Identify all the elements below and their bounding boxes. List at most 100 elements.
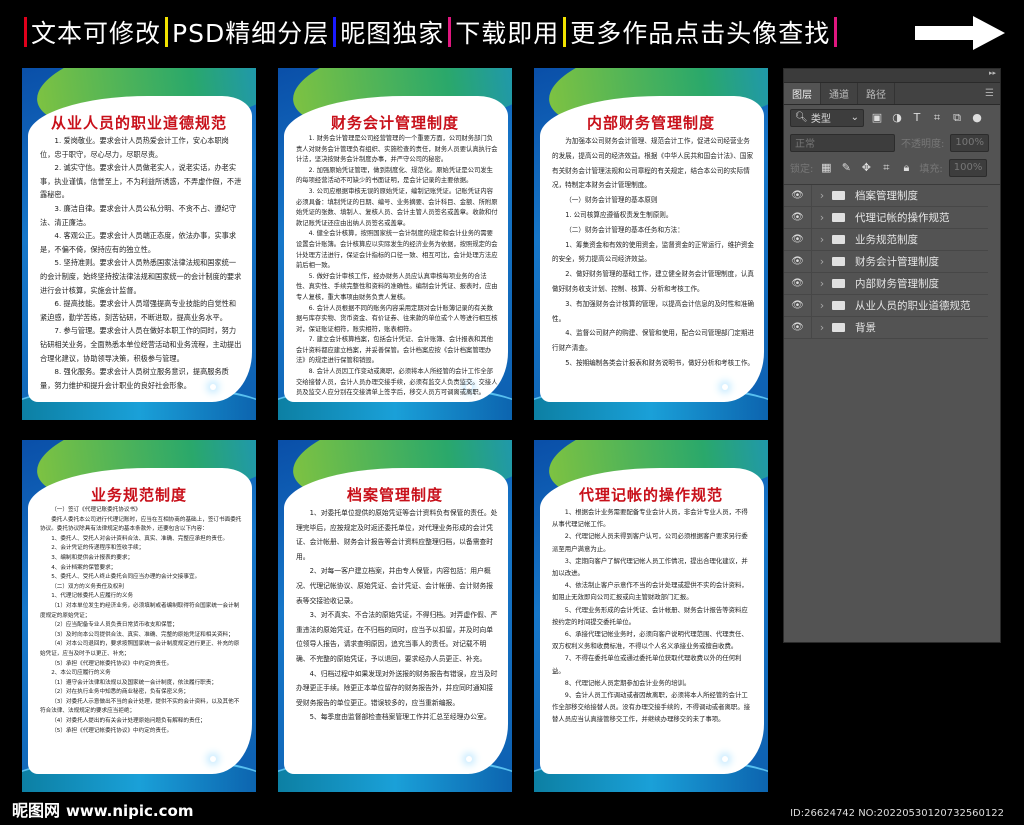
banner-item: PSD精细分层 bbox=[172, 19, 330, 48]
poster-paragraph: 1、筹集资金和有效的使用资金，监督资金的正常运行，维护资金的安全，努力提高公司经… bbox=[552, 240, 755, 264]
poster-body: 为加强本公司财务会计管理、规范会计工作，促进公司经营业务的发展，提高公司的经济效… bbox=[552, 134, 754, 371]
filter-label: 类型 bbox=[810, 114, 831, 125]
smart-object-filter-icon[interactable]: ⧉ bbox=[950, 111, 964, 125]
fill-input[interactable]: 100% bbox=[948, 158, 988, 177]
filter-toggle[interactable]: ● bbox=[970, 111, 984, 124]
poster-paragraph: 5. 坚持准则。要求会计人员熟悉国家法律法规和国家统一的会计制度，始终坚持按法律… bbox=[40, 258, 242, 295]
site-url[interactable]: www.nipic.com bbox=[66, 802, 193, 820]
adjustment-filter-icon[interactable]: ◑ bbox=[890, 111, 904, 124]
poster-paragraph: 3. 廉洁自律。要求会计人员公私分明、不贪不占、遵纪守法、清正廉洁。 bbox=[40, 203, 237, 227]
layer-name: 业务规范制度 bbox=[855, 234, 918, 246]
poster-paragraph: （1）对本单位发生的经济业务，必须填制或者编制取得符合国家统一会计制度规定的原始… bbox=[40, 602, 240, 619]
type-filter-icon[interactable]: T bbox=[910, 111, 924, 124]
visibility-eye-icon[interactable]: 👁︎ bbox=[784, 317, 812, 338]
poster-paragraph: 5、按期编制各类会计报表和财务说明书，做好分析和考核工作。 bbox=[565, 358, 755, 367]
separator bbox=[448, 17, 452, 47]
fill-label: 填充: bbox=[919, 164, 943, 175]
layer-row[interactable]: 👁︎ › 财务会计管理制度 bbox=[784, 251, 988, 273]
poster-paragraph: 4. 客观公正。要求会计人员端正态度，依法办事，实事求是，不偏不倚，保持应有的独… bbox=[40, 231, 237, 254]
tab-paths[interactable]: 路径 bbox=[858, 83, 895, 104]
poster-body: 1. 财务会计管理是公司经营管理的一个重要方面，公司财务部门负责人对财务会计管理… bbox=[296, 134, 498, 399]
poster[interactable]: 内部财务管理制度 为加强本公司财务会计管理、规范会计工作，促进公司经营业务的发展，… bbox=[534, 68, 768, 420]
poster[interactable]: 代理记帐的操作规范 1、根据会计业务需要配备专业会计人员，非会计专业人员，不得从事… bbox=[534, 440, 768, 792]
poster-paragraph: 5、委托人、受托人终止委托合同应当办理的会计交接事宜。 bbox=[51, 574, 201, 581]
expand-chevron-icon[interactable]: › bbox=[816, 212, 828, 224]
layer-row[interactable]: 👁︎ › 背景 bbox=[784, 317, 988, 339]
lock-paint-icon[interactable]: ✎ bbox=[839, 161, 853, 174]
poster-title: 业务规范制度 bbox=[90, 486, 187, 504]
visibility-eye-icon[interactable]: 👁︎ bbox=[784, 229, 812, 250]
poster-paragraph: （5）承担《代理记帐委托协议》中约定的责任。 bbox=[51, 727, 173, 734]
layer-row[interactable]: 👁︎ › 业务规范制度 bbox=[784, 229, 988, 251]
image-id: ID:26624742 NO:20220530120732560122 bbox=[790, 808, 1004, 819]
expand-chevron-icon[interactable]: › bbox=[816, 300, 828, 312]
panel-collapse-icon[interactable]: ▸▸ bbox=[784, 69, 1000, 83]
expand-chevron-icon[interactable]: › bbox=[816, 190, 828, 202]
image-filter-icon[interactable]: ▣ bbox=[870, 111, 884, 124]
poster-paragraph: 2、会计凭证的传递程序和签收手续； bbox=[51, 545, 145, 552]
visibility-eye-icon[interactable]: 👁︎ bbox=[784, 251, 812, 272]
blend-mode-select[interactable]: 正常 bbox=[790, 133, 895, 152]
poster-paragraph: （一）签订《代理记账委托协议书》 bbox=[51, 507, 141, 513]
watermark-footer: 昵图网 www.nipic.com bbox=[12, 797, 193, 821]
panel-menu-icon[interactable]: ☰ bbox=[979, 83, 1000, 104]
folder-icon bbox=[832, 213, 845, 222]
poster-paragraph: 7、不得在委托单位或通过委托单位获取代理收费以外的任何利益。 bbox=[552, 654, 742, 675]
folder-icon bbox=[832, 257, 845, 266]
poster[interactable]: 业务规范制度 （一）签订《代理记账委托协议书》 委托人委托本公司进行代理记账时，应当… bbox=[22, 440, 256, 792]
chevron-down-icon: ⌄ bbox=[850, 112, 859, 123]
poster-paragraph: （4）对委托人提出的有关会计处理原始问题负有解释的责任； bbox=[51, 718, 206, 725]
layer-filter-select[interactable]: 🔍︎ 类型 ⌄ bbox=[790, 108, 864, 127]
poster-paragraph: 8. 会计人员因工作变动或离职，必须将本人所经管的会计工作全部交给接替人员，会计… bbox=[296, 368, 498, 397]
poster[interactable]: 档案管理制度 1、对委托单位提供的原始凭证等会计资料负有保管的责任。处理完毕后，应… bbox=[278, 440, 512, 792]
expand-chevron-icon[interactable]: › bbox=[816, 278, 828, 290]
lock-all-icon[interactable]: 🔒︎ bbox=[899, 161, 913, 175]
search-icon: 🔍︎ bbox=[795, 112, 808, 123]
poster-paragraph: 2. 诚实守信。要求会计人员做老实人，说老实话，办老实事，执业谨慎，信誉至上，不… bbox=[40, 163, 242, 200]
poster-paragraph: （2）对在执行业务中知悉的商业秘密，负有保密义务； bbox=[51, 689, 189, 696]
poster-paragraph: 1、委托人、受托人对会计资料合法、真实、准确、完整应承担的责任。 bbox=[51, 535, 229, 542]
opacity-label: 不透明度: bbox=[901, 139, 945, 150]
layer-row[interactable]: 👁︎ › 从业人员的职业道德规范 bbox=[784, 295, 988, 317]
layer-name: 内部财务管理制度 bbox=[855, 278, 939, 290]
visibility-eye-icon[interactable]: 👁︎ bbox=[784, 207, 812, 228]
poster-paragraph: 8. 强化服务。要求会计人员树立服务意识，提高服务质量，努力维护和提升会计职业的… bbox=[40, 367, 229, 390]
poster[interactable]: 财务会计管理制度 1. 财务会计管理是公司经营管理的一个重要方面，公司财务部门负责… bbox=[278, 68, 512, 420]
layer-row[interactable]: 👁︎ › 档案管理制度 bbox=[784, 185, 988, 207]
separator bbox=[333, 17, 337, 47]
lock-artboard-icon[interactable]: ⌗ bbox=[879, 161, 893, 175]
poster-paragraph: 3. 公司应根据审核无误的原始凭证，编制记账凭证。记账凭证内容必须具备：填制凭证… bbox=[296, 187, 498, 227]
expand-chevron-icon[interactable]: › bbox=[816, 256, 828, 268]
lock-label: 锁定: bbox=[790, 164, 814, 175]
site-logo: 昵图网 bbox=[12, 801, 61, 820]
poster-paragraph: 2、本公司应履行的义务 bbox=[51, 670, 111, 677]
poster-paragraph: 5、每季度由监督部检查档案管理工作并汇总至经理办公室。 bbox=[309, 713, 491, 722]
poster-paragraph: 1. 爱岗敬业。要求会计人员热爱会计工作，安心本职岗位，忠于职守，尽心尽力，尽职… bbox=[40, 136, 229, 159]
lock-transparent-icon[interactable]: ▦ bbox=[819, 161, 833, 174]
layer-row[interactable]: 👁︎ › 内部财务管理制度 bbox=[784, 273, 988, 295]
poster-paragraph: （3）及时向本公司提供合法、真实、准确、完整的原始凭证和相关资料； bbox=[51, 631, 234, 638]
lock-position-icon[interactable]: ✥ bbox=[859, 161, 873, 174]
visibility-eye-icon[interactable]: 👁︎ bbox=[784, 185, 812, 206]
poster-paragraph: 7. 参与管理。要求会计人员在做好本职工作的同时，努力钻研相关业务，全面熟悉本单… bbox=[40, 326, 242, 363]
opacity-input[interactable]: 100% bbox=[950, 133, 989, 152]
banner-item: 更多作品点击头像查找 bbox=[570, 19, 831, 48]
expand-chevron-icon[interactable]: › bbox=[816, 322, 828, 334]
poster-body: 1、对委托单位提供的原始凭证等会计资料负有保管的责任。处理完毕后，应按规定及时返… bbox=[296, 506, 498, 725]
sparkle-icon bbox=[466, 756, 472, 762]
tab-channels[interactable]: 通道 bbox=[821, 83, 858, 104]
visibility-eye-icon[interactable]: 👁︎ bbox=[784, 273, 812, 294]
poster-paragraph: 6、承接代理记帐业务时，必须向客户说明代理范围、代理责任、双方权利义务和收费标准… bbox=[552, 630, 748, 651]
expand-chevron-icon[interactable]: › bbox=[816, 234, 828, 246]
poster-paragraph: （5）承担《代理记帐委托协议》中约定的责任。 bbox=[51, 660, 173, 667]
arrow-right-icon bbox=[915, 16, 1005, 50]
sparkle-icon bbox=[722, 756, 728, 762]
visibility-eye-icon[interactable]: 👁︎ bbox=[784, 295, 812, 316]
layer-row[interactable]: 👁︎ › 代理记帐的操作规范 bbox=[784, 207, 988, 229]
shape-filter-icon[interactable]: ⌗ bbox=[930, 111, 944, 125]
poster-paragraph: （4）对本公司退回的，要求按照国家统一会计制度规定进行更正、补充的原始凭证，应当… bbox=[40, 641, 240, 657]
tab-layers[interactable]: 图层 bbox=[784, 83, 821, 104]
separator bbox=[165, 17, 169, 47]
poster[interactable]: 从业人员的职业道德规范 1. 爱岗敬业。要求会计人员热爱会计工作，安心本职岗位，忠… bbox=[22, 68, 256, 420]
poster-paragraph: 2、对每一客户建立档案，并由专人保管，内容包括：用户概况、代理记帐协议、原始凭证… bbox=[296, 567, 494, 605]
